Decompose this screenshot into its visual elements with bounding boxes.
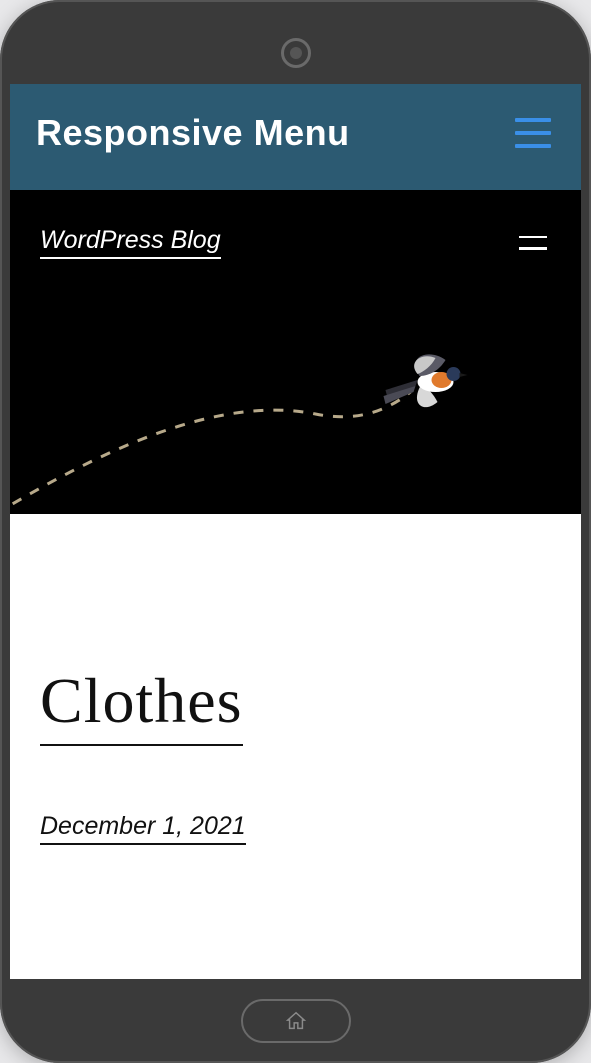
device-frame: Responsive Menu WordPress Blog [0, 0, 591, 1063]
post-article: Clothes December 1, 2021 [10, 514, 581, 979]
site-menu-icon[interactable] [515, 232, 551, 254]
responsive-menu-header: Responsive Menu [10, 84, 581, 190]
site-header-row: WordPress Blog [10, 190, 581, 259]
flight-path [10, 392, 411, 514]
site-hero: WordPress Blog [10, 190, 581, 514]
device-home-button[interactable] [241, 999, 351, 1043]
post-date-link[interactable]: December 1, 2021 [40, 812, 246, 845]
device-screen: Responsive Menu WordPress Blog [10, 84, 581, 979]
site-title-link[interactable]: WordPress Blog [40, 226, 221, 259]
bird-icon [384, 354, 468, 407]
hero-illustration [10, 334, 581, 514]
responsive-menu-title: Responsive Menu [36, 112, 350, 154]
home-icon [285, 1010, 307, 1032]
hamburger-menu-icon[interactable] [511, 114, 555, 152]
page-scroll[interactable]: Responsive Menu WordPress Blog [10, 84, 581, 979]
device-camera [281, 38, 311, 68]
post-title-link[interactable]: Clothes [40, 664, 243, 746]
